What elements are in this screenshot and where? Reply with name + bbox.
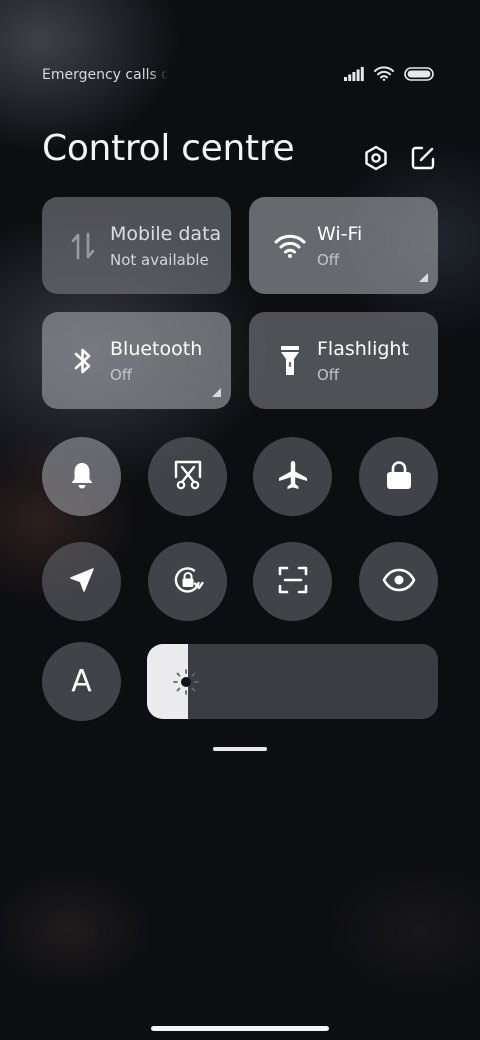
settings-icon [362,144,390,176]
page-title: Control centre [42,128,295,169]
auto-brightness-toggle[interactable]: A [42,642,121,721]
carrier-text: Emergency calls only [42,67,168,83]
screenshot-toggle[interactable] [148,437,227,516]
status-icons [344,66,434,85]
lock-icon [385,459,413,495]
airplane-mode-toggle[interactable] [253,437,332,516]
location-toggle[interactable] [42,542,121,621]
lock-screen-toggle[interactable] [359,437,438,516]
flashlight-label: Flashlight [317,338,409,360]
brightness-slider[interactable] [147,644,438,719]
wifi-icon [374,66,394,85]
status-bar: Emergency calls only [0,0,480,100]
flashlight-status: Off [317,366,340,384]
brightness-icon [172,668,200,696]
edit-button[interactable] [409,146,437,174]
bluetooth-label: Bluetooth [110,338,203,360]
bluetooth-status: Off [110,366,133,384]
sound-toggle[interactable] [42,437,121,516]
wifi-expand-icon[interactable] [419,273,428,282]
control-centre-screen: Emergency calls only [0,0,480,1040]
bluetooth-tile[interactable]: Bluetooth Off [42,312,231,409]
rotation-lock-icon [171,563,205,601]
location-icon [67,565,97,599]
mobile-data-icon [66,229,100,263]
wifi-label: Wi-Fi [317,223,363,245]
scan-icon [277,565,309,599]
home-indicator[interactable] [151,1026,329,1031]
wifi-tile[interactable]: Wi-Fi Off [249,197,438,294]
scanner-toggle[interactable] [253,542,332,621]
bluetooth-icon [66,344,100,378]
wifi-icon [273,229,307,263]
battery-icon [404,66,434,85]
reading-mode-toggle[interactable] [359,542,438,621]
wifi-status: Off [317,251,340,269]
signal-icon [344,66,364,85]
auto-brightness-label: A [71,664,92,699]
bell-icon [67,460,97,494]
rotation-lock-toggle[interactable] [148,542,227,621]
flashlight-icon [273,344,307,378]
flashlight-tile[interactable]: Flashlight Off [249,312,438,409]
airplane-icon [277,459,309,495]
screenshot-icon [173,459,203,495]
mobile-data-label: Mobile data [110,223,222,245]
panel-drag-handle[interactable] [213,747,267,751]
settings-button[interactable] [362,144,390,176]
bluetooth-expand-icon[interactable] [212,388,221,397]
eye-icon [382,568,416,596]
mobile-data-tile[interactable]: Mobile data Not available [42,197,231,294]
edit-icon [409,144,437,176]
mobile-data-status: Not available [110,251,209,269]
